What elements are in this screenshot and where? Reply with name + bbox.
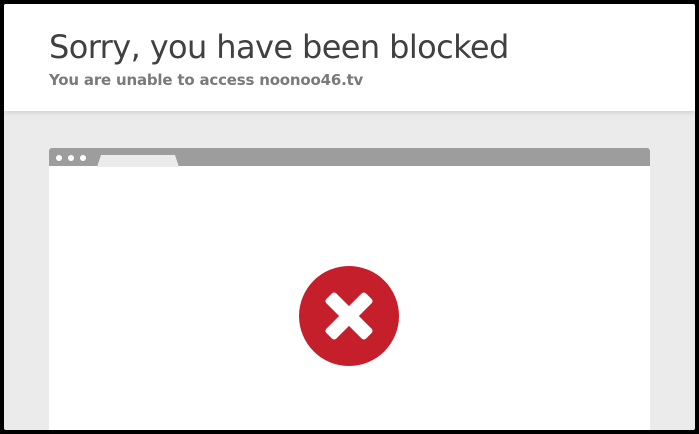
page-header: Sorry, you have been blocked You are una… (4, 4, 695, 111)
browser-illustration (49, 145, 650, 430)
browser-tab (97, 155, 179, 167)
browser-window-body (49, 166, 650, 430)
blocked-page: Sorry, you have been blocked You are una… (0, 0, 699, 434)
window-dot-icon (68, 155, 74, 161)
window-dot-icon (56, 155, 62, 161)
blocked-x-icon (299, 266, 399, 366)
page-title: Sorry, you have been blocked (49, 28, 509, 66)
page-subtitle: You are unable to access noonoo46.tv (49, 71, 364, 89)
window-dot-icon (80, 155, 86, 161)
